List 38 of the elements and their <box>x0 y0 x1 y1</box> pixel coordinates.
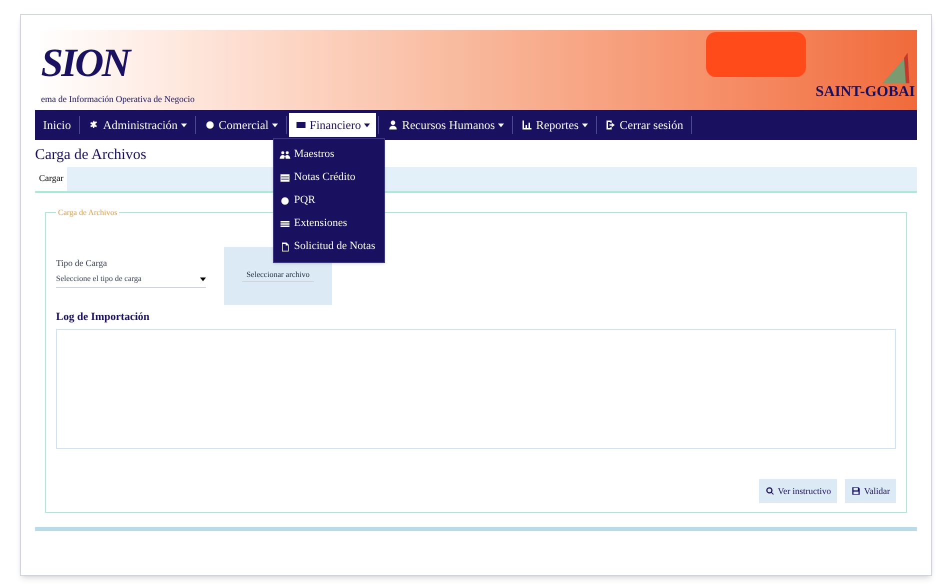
dropdown-item[interactable]: Maestros <box>274 143 384 166</box>
dropdown-item[interactable]: Notas Crédito <box>274 166 384 189</box>
type-select[interactable]: Seleccione el tipo de carga <box>56 270 206 288</box>
action-button[interactable]: Validar <box>845 479 896 504</box>
page-title: Carga de Archivos <box>35 146 146 165</box>
menu-item[interactable]: Recursos Humanos <box>380 113 510 137</box>
dropdown-item[interactable]: Solicitud de Notas <box>274 235 384 258</box>
action-button[interactable]: Ver instructivo <box>758 479 837 504</box>
banknote-icon <box>294 119 307 131</box>
circle-icon <box>279 194 291 206</box>
circle-icon <box>204 119 216 131</box>
subtitle: ema de Información Operativa de Negocio <box>41 92 195 106</box>
tab[interactable]: Cargar <box>35 166 68 191</box>
chart-icon <box>520 119 533 131</box>
search-icon <box>764 486 775 496</box>
logo: SION <box>41 42 132 82</box>
brand-logo: SAINT-GOBAI <box>816 85 915 100</box>
select-file-button[interactable]: Seleccionar archivo <box>242 269 314 282</box>
menu-item[interactable]: Financiero <box>288 113 376 137</box>
person-icon <box>386 119 399 131</box>
panel-legend: Carga de Archivos <box>56 206 120 219</box>
menu-item[interactable]: Reportes <box>514 113 594 137</box>
menu-item[interactable]: Inicio <box>37 113 77 137</box>
save-icon <box>851 486 861 496</box>
dropdown-item[interactable]: PQR <box>274 189 384 212</box>
document-icon <box>279 240 291 252</box>
dropdown-item[interactable]: Extensiones <box>274 212 384 235</box>
menu-item[interactable]: Comercial <box>198 113 284 137</box>
log-textarea[interactable] <box>56 329 896 450</box>
gear-icon <box>88 119 100 131</box>
table-icon <box>279 172 291 184</box>
menu-item[interactable]: Cerrar sesión <box>598 113 690 137</box>
exit-icon <box>604 119 617 131</box>
people-icon <box>279 148 291 160</box>
field-label: Tipo de Carga <box>56 256 108 270</box>
menu-item[interactable]: Administración <box>82 113 193 137</box>
caret-icon <box>200 276 206 282</box>
log-label: Log de Importación <box>56 310 150 325</box>
